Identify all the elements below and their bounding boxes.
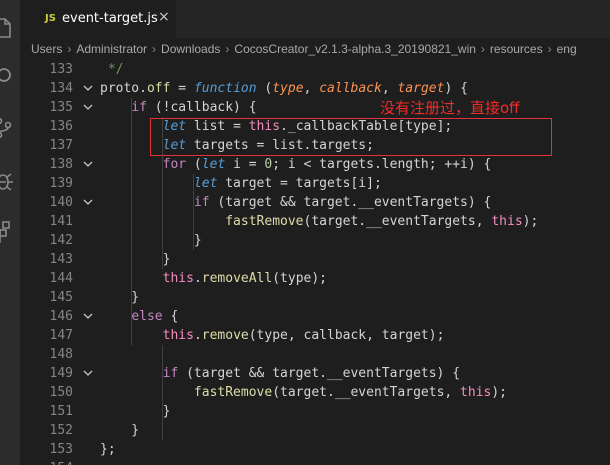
line-number: 152 <box>49 423 73 438</box>
annotation-box <box>150 118 552 156</box>
fold-chevron-icon[interactable] <box>83 98 93 117</box>
code-line[interactable]: 154 <box>20 459 610 465</box>
code-line[interactable]: 133 */ <box>20 60 610 79</box>
code-line[interactable]: 153}; <box>20 440 610 459</box>
line-number: 150 <box>49 385 73 400</box>
line-number: 145 <box>49 290 73 305</box>
code-line[interactable]: 143 } <box>20 250 610 269</box>
annotation-text: 没有注册过，直接off <box>380 99 520 117</box>
code-text: } <box>100 290 140 305</box>
tab-event-target[interactable]: JS event-target.js × <box>20 0 176 38</box>
code-text: this.removeAll(type); <box>162 271 328 286</box>
code-line[interactable]: 141 fastRemove(target.__eventTargets, th… <box>20 212 610 231</box>
code-text: } <box>100 404 171 419</box>
js-file-icon: JS <box>45 13 56 24</box>
code-text: for (let i = 0; i < targets.length; ++i)… <box>162 157 492 172</box>
line-number: 149 <box>49 366 73 381</box>
activity-bar <box>0 0 20 465</box>
code-line[interactable]: 138 for (let i = 0; i < targets.length; … <box>20 155 610 174</box>
code-text: }; <box>100 442 116 457</box>
code-text: proto.off = function (type, callback, ta… <box>100 81 468 96</box>
code-text: else { <box>131 309 179 324</box>
chevron-right-icon: › <box>152 42 157 56</box>
line-number: 133 <box>49 62 73 77</box>
line-number: 134 <box>49 81 73 96</box>
code-line[interactable]: 151 } <box>20 402 610 421</box>
code-line[interactable]: 135 if (!callback) { <box>20 98 610 117</box>
breadcrumb-item[interactable]: resources <box>490 42 543 56</box>
extensions-icon[interactable] <box>0 218 16 244</box>
breadcrumb-item[interactable]: eng <box>557 42 577 56</box>
line-number: 138 <box>49 157 73 172</box>
code-text: this.remove(type, callback, target); <box>162 328 445 343</box>
code-line[interactable]: 145 } <box>20 288 610 307</box>
chevron-right-icon: › <box>480 42 485 56</box>
code-text: if (target && target.__eventTargets) { <box>162 366 461 381</box>
fold-chevron-icon[interactable] <box>83 79 93 98</box>
fold-chevron-icon[interactable] <box>83 193 93 212</box>
tab-label: event-target.js <box>62 11 158 26</box>
line-number: 148 <box>49 347 73 362</box>
line-number: 137 <box>49 138 73 153</box>
code-line[interactable]: 148 <box>20 345 610 364</box>
code-line[interactable]: 142 } <box>20 231 610 250</box>
fold-chevron-icon[interactable] <box>83 155 93 174</box>
code-line[interactable]: 144 this.removeAll(type); <box>20 269 610 288</box>
line-number: 141 <box>49 214 73 229</box>
code-text: fastRemove(target.__eventTargets, this); <box>193 385 508 400</box>
breadcrumb-item[interactable]: Downloads <box>161 42 220 56</box>
fold-chevron-icon[interactable] <box>83 307 93 326</box>
code-text: fastRemove(target.__eventTargets, this); <box>225 214 539 229</box>
line-number: 144 <box>49 271 73 286</box>
code-line[interactable]: 146 else { <box>20 307 610 326</box>
code-line[interactable]: 152 } <box>20 421 610 440</box>
breadcrumb-item[interactable]: Users <box>31 42 62 56</box>
source-control-icon[interactable] <box>0 115 16 141</box>
code-text: } <box>100 423 140 438</box>
line-number: 147 <box>49 328 73 343</box>
line-number: 135 <box>49 100 73 115</box>
breadcrumb-item[interactable]: Administrator <box>76 42 147 56</box>
code-text: if (target && target.__eventTargets) { <box>193 195 492 210</box>
line-number: 153 <box>49 442 73 457</box>
code-text: } <box>100 252 171 267</box>
line-number: 143 <box>49 252 73 267</box>
line-number: 140 <box>49 195 73 210</box>
code-line[interactable]: 140 if (target && target.__eventTargets)… <box>20 193 610 212</box>
chevron-right-icon: › <box>67 42 72 56</box>
code-text: } <box>100 233 202 248</box>
code-line[interactable]: 147 this.remove(type, callback, target); <box>20 326 610 345</box>
line-number: 151 <box>49 404 73 419</box>
code-text: if (!callback) { <box>131 100 257 115</box>
line-number: 154 <box>20 459 73 465</box>
debug-icon[interactable] <box>0 168 16 194</box>
code-text: let target = targets[i]; <box>193 176 382 191</box>
search-icon[interactable] <box>0 64 16 90</box>
chevron-right-icon: › <box>225 42 230 56</box>
code-line[interactable]: 134 proto.off = function (type, callback,… <box>20 79 610 98</box>
chevron-right-icon: › <box>547 42 552 56</box>
line-number: 136 <box>49 119 73 134</box>
code-line[interactable]: 139 let target = targets[i]; <box>20 174 610 193</box>
line-number: 139 <box>49 176 73 191</box>
files-icon[interactable] <box>0 16 16 42</box>
code-line[interactable]: 150 fastRemove(target.__eventTargets, th… <box>20 383 610 402</box>
line-number: 142 <box>49 233 73 248</box>
line-number: 146 <box>49 309 73 324</box>
close-icon[interactable]: × <box>158 9 170 25</box>
code-text: */ <box>100 62 124 77</box>
breadcrumb-item[interactable]: CocosCreator_v2.1.3-alpha.3_20190821_win <box>234 42 476 56</box>
fold-chevron-icon[interactable] <box>83 364 93 383</box>
breadcrumb: Users › Administrator › Downloads › CocosCreat… <box>20 38 610 60</box>
code-line[interactable]: 149 if (target && target.__eventTargets)… <box>20 364 610 383</box>
